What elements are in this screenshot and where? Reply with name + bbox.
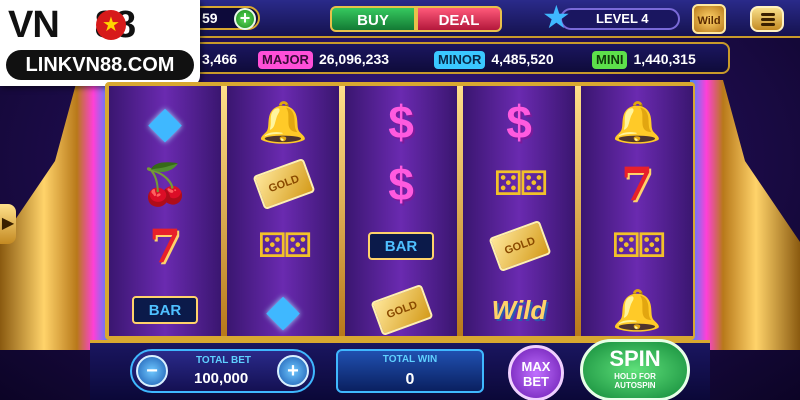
wild-badge-icon[interactable]: Wild — [692, 4, 726, 34]
total-win-panel: TOTAL WIN 0 — [336, 349, 484, 393]
right-arch-decoration — [690, 80, 800, 350]
mini-jackpot: MINI 1,440,315 — [592, 48, 696, 70]
mini-jackpot-value: 1,440,315 — [633, 51, 696, 67]
side-panel-arrow-icon[interactable]: ▶ — [0, 204, 16, 244]
spin-button[interactable]: SPIN HOLD FOR AUTOSPIN — [580, 339, 690, 400]
total-bet-value: 100,000 — [194, 370, 249, 387]
level-indicator: LEVEL 4 — [560, 8, 680, 30]
logo-star-icon: ★ — [96, 10, 126, 40]
bell-icon: 🔔 — [612, 288, 662, 333]
dollar-icon: $ — [506, 96, 532, 148]
bar-icon: BAR — [132, 296, 198, 324]
jackpot-bar: 3,466 MAJOR 26,096,233 MINOR 4,485,520 MIN… — [160, 42, 730, 74]
deal-button[interactable]: DEAL — [416, 6, 502, 32]
spin-label: SPIN — [609, 346, 661, 371]
level-star-icon: ★ — [542, 0, 571, 35]
reel-4: $ ⚄⚄ GOLD Wild — [463, 86, 575, 336]
add-coins-button[interactable]: + — [234, 8, 256, 30]
minor-jackpot: MINOR 4,485,520 — [434, 48, 554, 70]
increase-bet-button[interactable]: + — [277, 355, 309, 387]
spin-hint-line1: HOLD FOR — [614, 372, 656, 381]
gold-icon: GOLD — [252, 157, 316, 211]
cherry-icon: 🍒 — [140, 162, 190, 207]
dollar-icon: $ — [388, 158, 414, 210]
seven-icon: 7 — [148, 219, 181, 273]
reel-3: $ $ BAR GOLD — [345, 86, 457, 337]
decrease-bet-button[interactable]: − — [136, 355, 168, 387]
hamburger-menu-icon — [761, 18, 775, 21]
total-bet-label: TOTAL BET — [196, 355, 251, 366]
diamond-icon: ◆ — [148, 97, 182, 147]
reel-grid: ◆ 🍒 7 BAR 🔔 GOLD ⚄⚄ ◆ $ $ BAR GOLD $ ⚄⚄ GOLD Wild 🔔 7 ⚄⚄ 🔔 — [105, 82, 695, 340]
slot-game-screen: ▶ 59 + BUY DEAL LEVEL 4 ★ Wild 3,466 MAJ… — [0, 0, 800, 400]
grand-jackpot-value: 3,466 — [202, 51, 238, 67]
dollar-icon: $ — [388, 96, 414, 148]
reel-5: 🔔 7 ⚄⚄ 🔔 — [581, 86, 693, 336]
total-win-value: 0 — [405, 371, 415, 388]
dice-icon: ⚄⚄ — [257, 227, 312, 265]
bell-icon: 🔔 — [258, 100, 308, 145]
spin-hint-line2: AUTOSPIN — [614, 381, 656, 390]
max-bet-button[interactable]: MAX BET — [508, 345, 564, 400]
dice-icon: ⚄⚄ — [493, 165, 548, 203]
menu-button[interactable] — [750, 6, 784, 32]
buy-button[interactable]: BUY — [330, 6, 416, 32]
max-bet-label-line2: BET — [523, 374, 549, 389]
minor-jackpot-value: 4,485,520 — [491, 51, 554, 67]
reel-2: 🔔 GOLD ⚄⚄ ◆ — [227, 86, 339, 336]
wild-icon: Wild — [491, 294, 547, 325]
seven-icon: 7 — [620, 157, 653, 211]
grand-jackpot: 3,466 — [202, 48, 237, 70]
major-jackpot-value: 26,096,233 — [318, 51, 390, 67]
brand-logo[interactable]: VN88 ★ LINKVN88.COM — [0, 0, 200, 86]
major-jackpot: MAJOR 26,096,233 — [258, 48, 389, 70]
gold-icon: GOLD — [370, 283, 434, 337]
logo-wordmark-left: VN — [8, 4, 60, 46]
coin-balance-value: 59 — [202, 10, 218, 26]
hamburger-menu-icon — [761, 23, 775, 26]
logo-url: LINKVN88.COM — [6, 50, 194, 80]
hamburger-menu-icon — [761, 13, 775, 16]
total-bet-panel: − TOTAL BET 100,000 + — [130, 349, 315, 393]
major-jackpot-label: MAJOR — [258, 51, 313, 69]
bar-icon: BAR — [368, 232, 434, 260]
dice-icon: ⚄⚄ — [611, 227, 666, 265]
diamond-icon: ◆ — [266, 285, 300, 335]
max-bet-label-line1: MAX — [521, 359, 551, 374]
level-label: LEVEL 4 — [596, 11, 649, 26]
total-win-label: TOTAL WIN — [382, 354, 438, 365]
mini-jackpot-label: MINI — [592, 51, 628, 69]
left-arch-decoration — [0, 80, 110, 350]
reel-1: ◆ 🍒 7 BAR — [109, 86, 221, 336]
control-bar: − TOTAL BET 100,000 + TOTAL WIN 0 MAX BE… — [90, 339, 710, 400]
minor-jackpot-label: MINOR — [434, 51, 486, 69]
gold-icon: GOLD — [488, 219, 552, 273]
bell-icon: 🔔 — [612, 100, 662, 145]
